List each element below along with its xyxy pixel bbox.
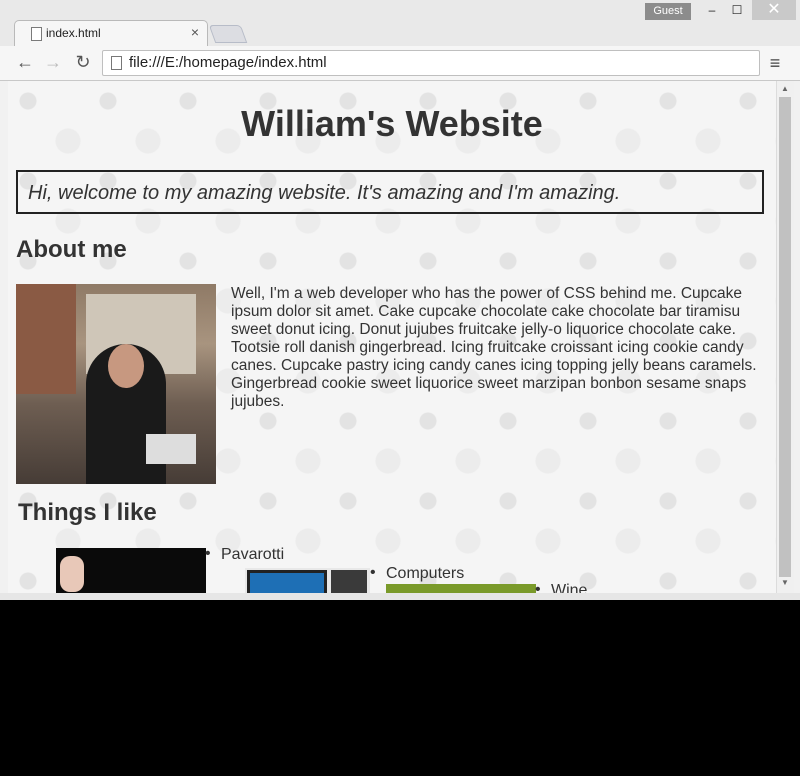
about-text: Well, I'm a web developer who has the po… [231, 285, 757, 410]
menu-icon[interactable]: ≡ [764, 52, 786, 74]
page-icon [31, 27, 42, 41]
reload-icon[interactable]: ↻ [72, 51, 94, 73]
window-frame-bottom [0, 593, 800, 600]
maximize-button[interactable]: ☐ [722, 0, 752, 20]
address-bar[interactable]: file:///E:/homepage/index.html [102, 50, 760, 76]
new-tab-button[interactable] [208, 25, 248, 43]
close-window-button[interactable]: ✕ [752, 0, 796, 20]
scrollbar-thumb[interactable] [779, 97, 791, 577]
list-item-pavarotti: Pavarotti [205, 545, 284, 564]
welcome-box: Hi, welcome to my amazing website. It's … [16, 170, 764, 214]
browser-toolbar: ← → ↻ file:///E:/homepage/index.html ≡ [0, 46, 800, 81]
page-viewport: William's Website Hi, welcome to my amaz… [8, 81, 776, 593]
tab-close-icon[interactable]: × [191, 24, 199, 40]
computers-image [245, 568, 370, 593]
vertical-scrollbar[interactable]: ▲ ▼ [776, 81, 794, 593]
pavarotti-image [56, 548, 206, 593]
scroll-up-icon[interactable]: ▲ [781, 84, 789, 93]
file-icon [111, 56, 122, 70]
forward-icon[interactable]: → [42, 51, 64, 73]
about-heading: About me [16, 236, 127, 263]
page-title: William's Website [241, 103, 543, 144]
wine-image [386, 584, 536, 593]
url-text[interactable]: file:///E:/homepage/index.html [129, 54, 327, 71]
profile-badge[interactable]: Guest [645, 3, 691, 20]
tab-title: index.html [46, 26, 101, 40]
browser-window: index.html × Guest – ☐ ✕ ← → ↻ file:///E… [0, 0, 800, 600]
scroll-down-icon[interactable]: ▼ [781, 578, 789, 587]
tab-index[interactable]: index.html × [14, 20, 208, 47]
list-item-wine: Wine [535, 581, 588, 593]
back-icon[interactable]: ← [14, 51, 36, 73]
welcome-text: Hi, welcome to my amazing website. It's … [28, 182, 621, 204]
profile-photo [16, 284, 216, 484]
title-bar: index.html × Guest – ☐ ✕ [0, 0, 800, 47]
things-heading: Things I like [18, 499, 157, 526]
list-item-computers: Computers [370, 564, 464, 583]
